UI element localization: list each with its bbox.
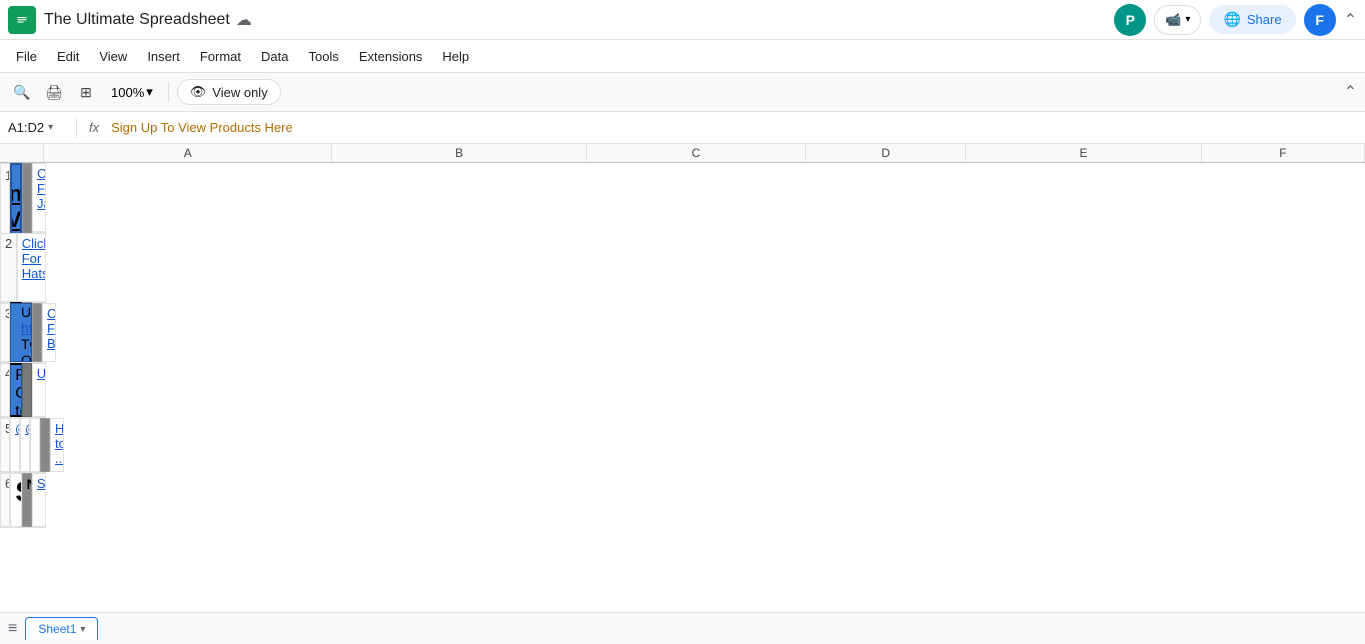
cell-f1[interactable]: Click For Jackets bbox=[32, 163, 46, 232]
menu-view[interactable]: View bbox=[91, 45, 135, 68]
cell-b5c5[interactable]: @PandaBuyTrendz bbox=[20, 418, 30, 472]
pandabuy-link[interactable]: https://qc.pandabuy.com/ bbox=[21, 320, 32, 336]
cell-f5[interactable]: How to ... bbox=[50, 418, 64, 472]
toolbar-collapse[interactable]: ⌃ bbox=[1344, 82, 1357, 102]
pandabuy-text: USE bbox=[21, 304, 32, 320]
link-jackets[interactable]: Click For Jackets bbox=[37, 166, 46, 211]
cell-a4d4: Press Control+F to find anything bbox=[10, 363, 22, 417]
cell-f6[interactable]: Su... bbox=[32, 473, 46, 527]
row-num-2: 2 bbox=[0, 233, 17, 302]
menu-tools[interactable]: Tools bbox=[300, 45, 346, 68]
sheet-tab-sheet1[interactable]: Sheet1 ▾ bbox=[25, 617, 98, 640]
link-howto[interactable]: How to ... bbox=[55, 421, 64, 466]
pandabuy-text2: TO QC ITEMS YOURSELF FOR FREE! bbox=[21, 336, 32, 362]
top-right-controls: P 📹 ▾ 🌐 Share F ⌃ bbox=[1114, 4, 1357, 36]
cell-e3 bbox=[32, 303, 42, 362]
cell-f2[interactable]: Click For Hats bbox=[17, 233, 46, 302]
row-num-6: 6 bbox=[0, 473, 10, 527]
col-header-c[interactable]: C bbox=[587, 144, 806, 162]
menu-data[interactable]: Data bbox=[253, 45, 296, 68]
search-button[interactable]: 🔍 bbox=[8, 78, 36, 106]
cell-a6d6: Shoes/Footwear bbox=[10, 473, 21, 527]
zoom-selector[interactable]: 100% ▾ bbox=[104, 81, 160, 103]
spreadsheet-grid: A B C D E F 1 Sign Up To View Products H… bbox=[0, 144, 1365, 528]
toolbar-divider bbox=[168, 82, 169, 102]
meet-chevron: ▾ bbox=[1185, 14, 1190, 25]
cell-reference[interactable]: A1:D2 ▾ bbox=[8, 120, 68, 135]
cell-e5 bbox=[40, 418, 50, 472]
share-label: Share bbox=[1247, 12, 1282, 27]
link-belts[interactable]: Click For Belts bbox=[47, 306, 56, 351]
table-format-button[interactable]: ⊞ bbox=[72, 78, 100, 106]
menu-extensions[interactable]: Extensions bbox=[351, 45, 431, 68]
cell-f4[interactable]: Ultim... bbox=[32, 363, 46, 417]
top-bar: The Ultimate Spreadsheet ☁ P 📹 ▾ 🌐 Share… bbox=[0, 0, 1365, 40]
app-icon bbox=[8, 6, 36, 34]
menu-insert[interactable]: Insert bbox=[139, 45, 188, 68]
col-header-e[interactable]: E bbox=[966, 144, 1201, 162]
table-row: 6 Shoes/Footwear Notes Su... bbox=[0, 473, 46, 528]
col-header-a[interactable]: A bbox=[44, 144, 332, 162]
sheet-tab-dropdown[interactable]: ▾ bbox=[80, 624, 85, 635]
meet-icon: 📹 bbox=[1165, 12, 1181, 28]
print-button[interactable]: 🖨 bbox=[40, 78, 68, 106]
col-header-b[interactable]: B bbox=[332, 144, 587, 162]
sheet-nav-hamburger[interactable]: ≡ bbox=[8, 620, 17, 638]
fx-icon: fx bbox=[89, 120, 99, 135]
menu-edit[interactable]: Edit bbox=[49, 45, 87, 68]
link-ultim[interactable]: Ultim... bbox=[37, 366, 46, 381]
menu-format[interactable]: Format bbox=[192, 45, 249, 68]
link-hats[interactable]: Click For Hats bbox=[22, 236, 46, 281]
column-headers: A B C D E F bbox=[0, 144, 1365, 163]
formula-text: Sign Up To View Products Here bbox=[111, 120, 293, 135]
table-row: 1 Sign Up To View Products Here Click Fo… bbox=[0, 163, 46, 233]
sheet-tab-label: Sheet1 bbox=[38, 622, 76, 636]
share-button[interactable]: 🌐 Share bbox=[1209, 5, 1295, 34]
menu-file[interactable]: File bbox=[8, 45, 45, 68]
zoom-value: 100% bbox=[111, 85, 144, 100]
corner-cell bbox=[0, 144, 44, 162]
meet-button[interactable]: 📹 ▾ bbox=[1154, 5, 1201, 35]
zoom-chevron: ▾ bbox=[146, 84, 153, 100]
collapse-button[interactable]: ⌃ bbox=[1344, 10, 1357, 30]
formula-bar: A1:D2 ▾ fx Sign Up To View Products Here bbox=[0, 112, 1365, 144]
sheet-tabs-bar: ≡ Sheet1 ▾ bbox=[0, 612, 1365, 644]
row-num-3: 3 bbox=[0, 303, 10, 362]
cloud-icon: ☁ bbox=[236, 10, 252, 30]
cell-ref-text: A1:D2 bbox=[8, 120, 44, 135]
cell-a5[interactable]: @PandaBuyTrendz bbox=[10, 418, 20, 472]
row-num-5: 5 bbox=[0, 418, 10, 472]
view-only-button[interactable]: 👁 View only bbox=[177, 79, 281, 105]
grid-table: 1 Sign Up To View Products Here Click Fo… bbox=[0, 163, 1365, 528]
user-avatar-green[interactable]: F bbox=[1304, 4, 1336, 36]
cell-ref-dropdown[interactable]: ▾ bbox=[48, 122, 53, 133]
formula-bar-divider bbox=[76, 118, 77, 138]
table-row: 3 USE https://qc.pandabuy.com/ TO QC ITE… bbox=[0, 303, 46, 363]
menu-help[interactable]: Help bbox=[434, 45, 477, 68]
cell-e6: Notes bbox=[22, 473, 32, 527]
table-row: 4 Press Control+F to find anything Ultim… bbox=[0, 363, 46, 418]
col-header-f[interactable]: F bbox=[1202, 144, 1365, 162]
cell-d5 bbox=[30, 418, 40, 472]
row-num-4: 4 bbox=[0, 363, 10, 417]
cell-e4 bbox=[22, 363, 32, 417]
menu-bar: File Edit View Insert Format Data Tools … bbox=[0, 40, 1365, 72]
cell-a3d3: USE https://qc.pandabuy.com/ TO QC ITEMS… bbox=[10, 303, 32, 362]
link-su[interactable]: Su... bbox=[37, 476, 46, 491]
cell-f3[interactable]: Click For Belts bbox=[42, 303, 56, 362]
user-avatar-teal[interactable]: P bbox=[1114, 4, 1146, 36]
share-icon: 🌐 bbox=[1223, 11, 1240, 28]
view-only-label: View only bbox=[212, 85, 267, 100]
doc-title: The Ultimate Spreadsheet bbox=[44, 11, 230, 29]
table-row: 2 Click For Hats bbox=[0, 233, 46, 303]
eye-icon: 👁 bbox=[190, 84, 207, 100]
toolbar: 🔍 🖨 ⊞ 100% ▾ 👁 View only ⌃ bbox=[0, 72, 1365, 112]
table-row: 5 @PandaBuyTrendz @PandaBuyTrendz How to… bbox=[0, 418, 46, 473]
col-header-d[interactable]: D bbox=[806, 144, 966, 162]
